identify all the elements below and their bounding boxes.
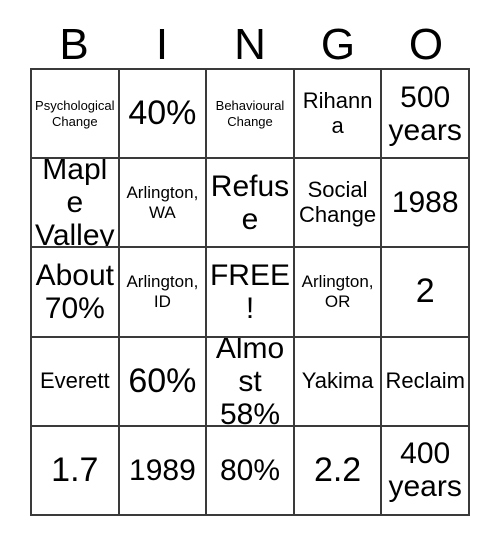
bingo-header-letter-b: B bbox=[59, 20, 89, 69]
bingo-cell-label: Refuse bbox=[210, 169, 290, 236]
bingo-cell-o5[interactable]: 400 years bbox=[382, 426, 470, 516]
bingo-cell-b2[interactable]: Maple Valley bbox=[32, 159, 120, 249]
bingo-cell-o2[interactable]: 1988 bbox=[382, 159, 470, 249]
bingo-cell-n4[interactable]: Almost 58% bbox=[207, 337, 295, 427]
bingo-header-row: B I N G O bbox=[30, 12, 470, 68]
bingo-cell-o1[interactable]: 500 years bbox=[382, 70, 470, 160]
bingo-cell-label: 80% bbox=[219, 453, 281, 487]
bingo-cell-label: Yakima bbox=[301, 367, 374, 393]
bingo-cell-label: Social Change bbox=[299, 177, 377, 227]
bingo-cell-b4[interactable]: Everett bbox=[32, 337, 120, 427]
bingo-cell-label: 500 years bbox=[388, 80, 462, 147]
bingo-cell-label: FREE! bbox=[209, 258, 290, 325]
bingo-cell-label: 2.2 bbox=[313, 450, 362, 489]
bingo-cell-b1[interactable]: Psychological Change bbox=[32, 70, 120, 160]
bingo-cell-i2[interactable]: Arlington, WA bbox=[119, 159, 208, 249]
bingo-cell-label: Maple Valley bbox=[35, 159, 115, 249]
bingo-cell-label: 2 bbox=[415, 272, 435, 311]
bingo-cell-label: Arlington, ID bbox=[126, 272, 199, 311]
bingo-cell-o3[interactable]: 2 bbox=[382, 248, 470, 338]
bingo-cell-i4[interactable]: 60% bbox=[119, 337, 208, 427]
bingo-cell-label: Reclaim bbox=[385, 367, 465, 393]
bingo-cell-free-space[interactable]: FREE! bbox=[207, 248, 295, 338]
bingo-cell-label: 1989 bbox=[129, 453, 196, 487]
bingo-card: B I N G O Psychological Change 40% Behav… bbox=[0, 0, 500, 544]
bingo-cell-label: 60% bbox=[128, 361, 197, 400]
bingo-cell-b3[interactable]: About 70% bbox=[32, 248, 120, 338]
bingo-header-letter-n: N bbox=[234, 20, 266, 69]
bingo-cell-i5[interactable]: 1989 bbox=[119, 426, 208, 516]
bingo-header-letter-g: G bbox=[320, 20, 356, 69]
bingo-grid: Psychological Change 40% Behavioural Cha… bbox=[30, 68, 470, 516]
bingo-cell-label: 400 years bbox=[388, 437, 462, 504]
bingo-cell-b5[interactable]: 1.7 bbox=[32, 426, 120, 516]
bingo-cell-label: Arlington, WA bbox=[126, 183, 199, 222]
bingo-header-letter-i: I bbox=[155, 20, 169, 69]
bingo-cell-label: Psychological Change bbox=[35, 98, 115, 129]
bingo-cell-i1[interactable]: 40% bbox=[119, 70, 208, 160]
bingo-cell-n2[interactable]: Refuse bbox=[207, 159, 295, 249]
bingo-cell-o4[interactable]: Reclaim bbox=[382, 337, 470, 427]
bingo-cell-g3[interactable]: Arlington, OR bbox=[294, 248, 383, 338]
bingo-cell-label: Arlington, OR bbox=[301, 272, 374, 311]
bingo-cell-g1[interactable]: Rihanna bbox=[294, 70, 383, 160]
bingo-cell-label: Almost 58% bbox=[215, 337, 285, 427]
bingo-header-letter-o: O bbox=[408, 20, 444, 69]
bingo-cell-g2[interactable]: Social Change bbox=[294, 159, 383, 249]
bingo-cell-label: 1988 bbox=[391, 186, 459, 220]
bingo-cell-i3[interactable]: Arlington, ID bbox=[119, 248, 208, 338]
bingo-cell-label: 40% bbox=[128, 93, 197, 132]
bingo-cell-label: About 70% bbox=[35, 258, 114, 325]
bingo-cell-label: Rihanna bbox=[302, 87, 373, 138]
bingo-cell-g4[interactable]: Yakima bbox=[294, 337, 383, 427]
bingo-cell-label: 1.7 bbox=[51, 450, 99, 489]
bingo-cell-label: Behavioural Change bbox=[215, 98, 285, 129]
bingo-cell-n1[interactable]: Behavioural Change bbox=[207, 70, 295, 160]
bingo-cell-g5[interactable]: 2.2 bbox=[294, 426, 383, 516]
bingo-cell-n5[interactable]: 80% bbox=[207, 426, 295, 516]
bingo-cell-label: Everett bbox=[39, 367, 110, 393]
